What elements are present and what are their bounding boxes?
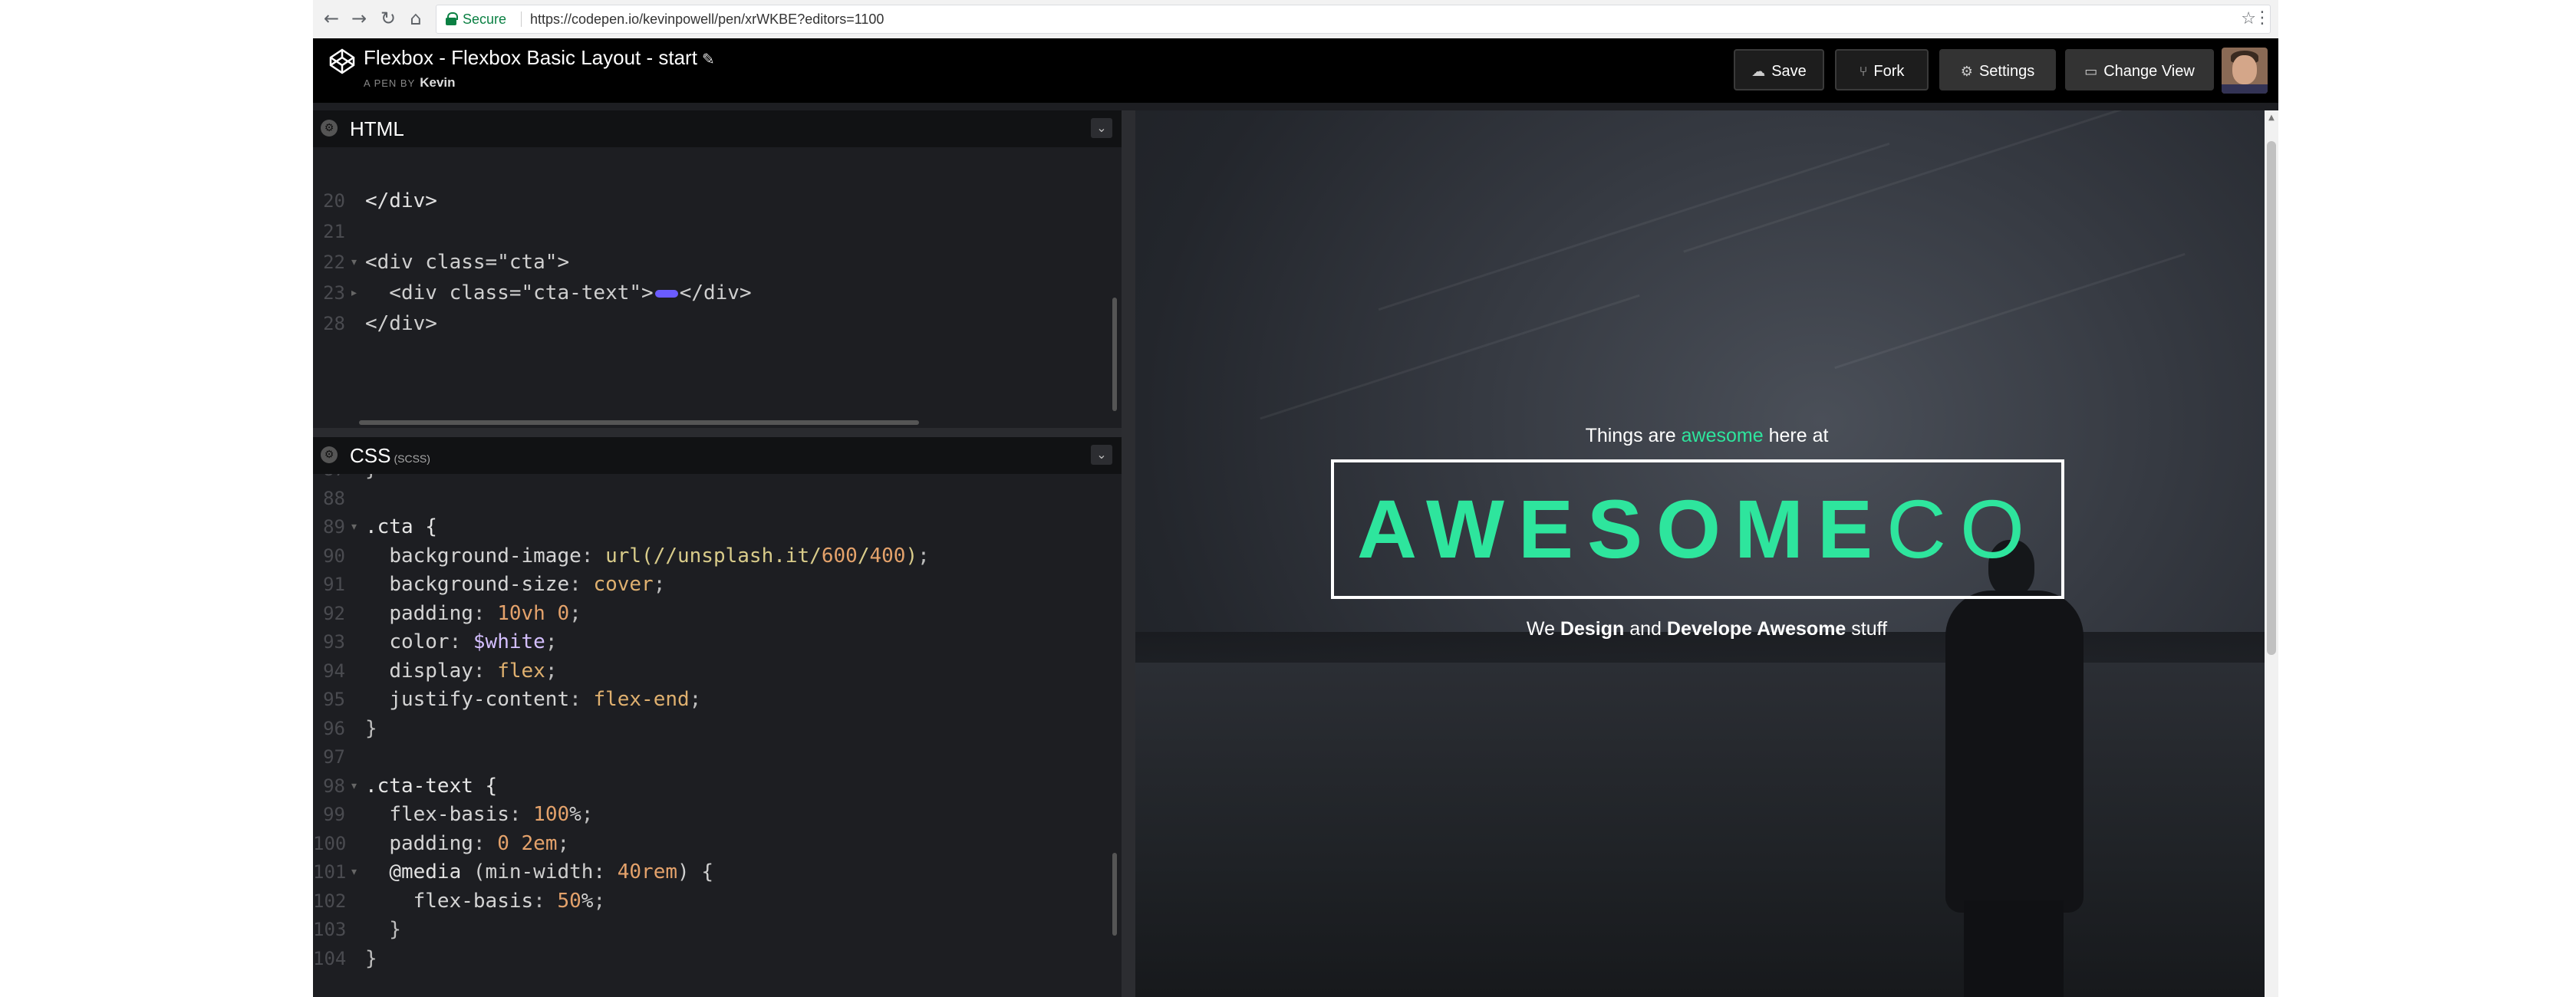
lock-icon xyxy=(446,12,458,25)
fork-button[interactable]: ⑂ Fork xyxy=(1835,49,1929,90)
css-editor-sublabel: (SCSS) xyxy=(394,452,430,465)
change-view-label: Change View xyxy=(2103,63,2195,80)
html-collapse-chevron-icon[interactable]: ⌄ xyxy=(1091,118,1112,138)
url-separator xyxy=(521,12,522,27)
cta-subtitle: We Design and Develope Awesome stuff xyxy=(1526,618,1888,640)
app-frame: ← → ↻ ⌂ Secure https://codepen.io/kevinp… xyxy=(313,0,2278,997)
html-horizontal-scrollbar[interactable] xyxy=(359,420,919,425)
css-settings-gear-icon[interactable]: ⚙ xyxy=(321,446,338,463)
html-code-area[interactable]: 20 </div> 21 22 ▾ <div class="cta"> 23 ▸ <di… xyxy=(313,147,1122,428)
pen-title-text[interactable]: Flexbox - Flexbox Basic Layout - start xyxy=(364,46,697,69)
pencil-icon[interactable]: ✎ xyxy=(702,50,715,68)
pen-header: Flexbox - Flexbox Basic Layout - start ✎ … xyxy=(313,38,2278,103)
fork-icon: ⑂ xyxy=(1859,64,1868,80)
preview-scrollbar-thumb[interactable] xyxy=(2267,141,2276,655)
pen-author[interactable]: Kevin xyxy=(420,75,455,90)
layout-icon: ▭ xyxy=(2084,64,2098,80)
address-bar[interactable]: Secure https://codepen.io/kevinpowell/pe… xyxy=(436,5,2271,34)
editor-divider[interactable] xyxy=(313,428,1122,437)
reload-icon[interactable]: ↻ xyxy=(376,6,400,31)
save-button[interactable]: ☁ Save xyxy=(1734,49,1824,90)
editors-panel: ⚙ HTML ⌄ 20 </div> 21 22 ▾ <div class="cta"… xyxy=(313,110,1122,997)
url-text[interactable]: https://codepen.io/kevinpowell/pen/xrWKB… xyxy=(530,5,884,33)
css-vertical-scrollbar[interactable] xyxy=(1112,853,1117,936)
cta-title: AWESOMECO xyxy=(1356,482,2039,575)
save-label: Save xyxy=(1771,63,1807,80)
gear-icon: ⚙ xyxy=(1960,64,1973,80)
code-line: 21 xyxy=(323,221,345,242)
codepen-logo-icon[interactable] xyxy=(328,48,356,75)
pen-title[interactable]: Flexbox - Flexbox Basic Layout - start ✎ xyxy=(364,46,715,70)
preview-pane: Things are awesome here at AWESOMECO We … xyxy=(1135,110,2278,997)
html-editor-header: ⚙ HTML ⌄ xyxy=(313,110,1122,147)
cta-kicker-accent: awesome xyxy=(1681,425,1764,446)
cloud-icon: ☁ xyxy=(1751,64,1766,80)
html-editor-label: HTML xyxy=(350,117,404,140)
browser-toolbar: ← → ↻ ⌂ Secure https://codepen.io/kevinp… xyxy=(313,0,2278,39)
folded-code-marker[interactable] xyxy=(654,289,678,298)
settings-button[interactable]: ⚙ Settings xyxy=(1939,49,2056,90)
code-line: 20 </div> xyxy=(323,189,437,212)
pen-byline: A PEN BY Kevin xyxy=(364,75,456,90)
cta-kicker: Things are awesome here at xyxy=(1585,425,1829,446)
home-icon[interactable]: ⌂ xyxy=(404,6,428,31)
html-vertical-scrollbar[interactable] xyxy=(1112,298,1117,411)
code-line: 22 ▾ <div class="cta"> xyxy=(323,251,570,274)
pen-by-label: A PEN BY xyxy=(364,77,416,89)
css-editor-label: CSS (SCSS) xyxy=(350,444,430,467)
editor-preview-resizer[interactable] xyxy=(1122,110,1135,997)
css-collapse-chevron-icon[interactable]: ⌄ xyxy=(1091,445,1112,465)
scroll-up-arrow-icon[interactable]: ▲ xyxy=(2267,114,2276,124)
menu-icon[interactable]: ⋮ xyxy=(2254,5,2271,32)
change-view-button[interactable]: ▭ Change View xyxy=(2065,49,2214,90)
secure-label: Secure xyxy=(463,12,507,27)
settings-label: Settings xyxy=(1978,63,2035,80)
forward-icon[interactable]: → xyxy=(347,6,371,31)
cta-title-box: AWESOMECO xyxy=(1331,459,2064,599)
avatar[interactable] xyxy=(2222,48,2268,94)
css-editor-header: ⚙ CSS (SCSS) ⌄ xyxy=(313,437,1122,474)
back-icon[interactable]: ← xyxy=(319,6,344,31)
preview-scrollbar-track[interactable]: ▲ xyxy=(2265,110,2278,997)
html-settings-gear-icon[interactable]: ⚙ xyxy=(321,120,338,137)
css-code-area[interactable]: 87}8889▾.cta {90 background-image: url(/… xyxy=(313,474,1122,997)
code-line: 28 </div> xyxy=(323,312,437,335)
code-line: 23 ▸ <div class="cta-text"> </div> xyxy=(323,281,752,304)
fork-label: Fork xyxy=(1873,63,1905,80)
background-person-silhouette xyxy=(1902,540,2125,997)
